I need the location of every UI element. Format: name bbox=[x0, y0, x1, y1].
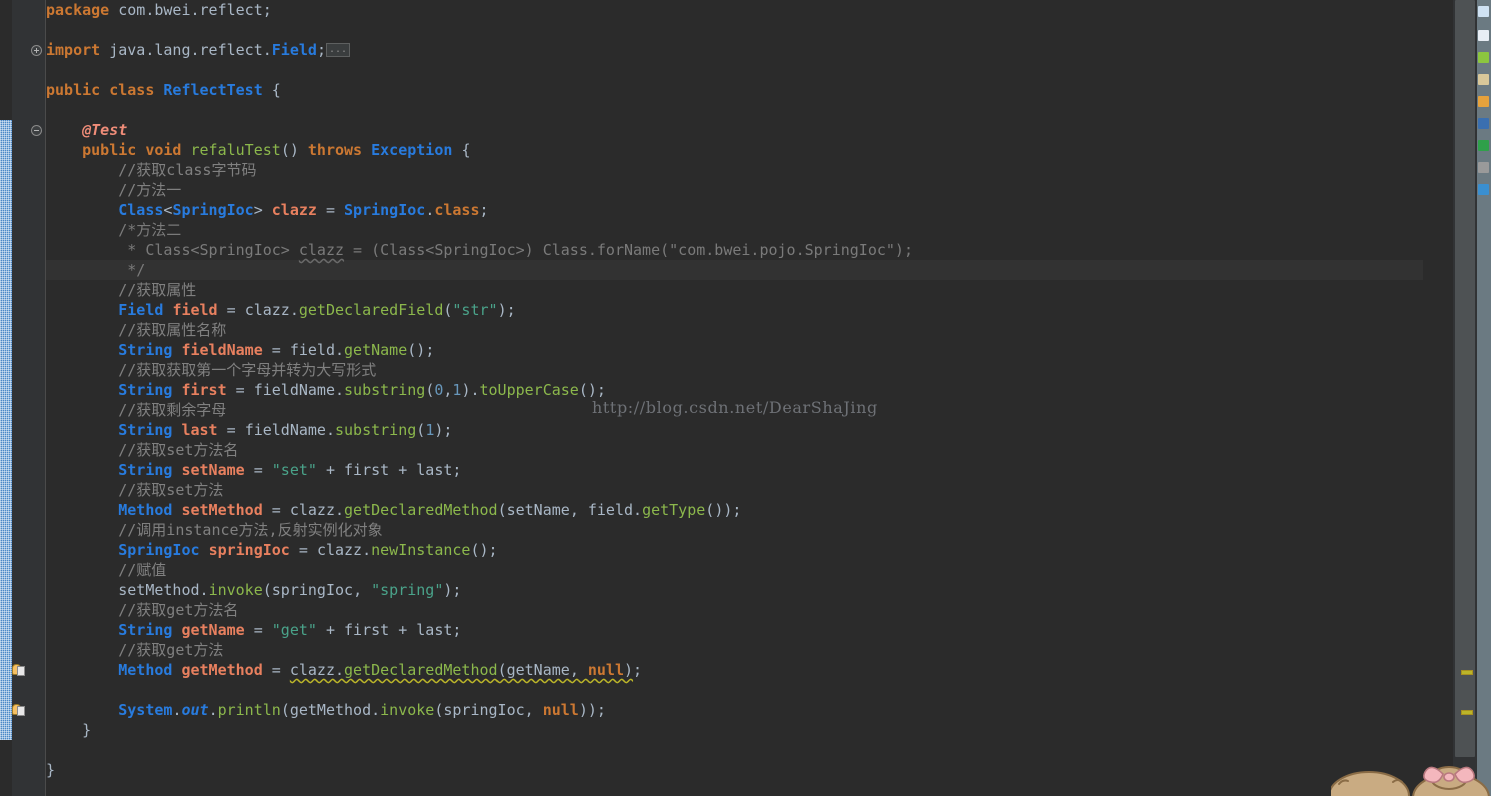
code-line-34[interactable]: //赋值 bbox=[46, 560, 166, 580]
code-text-area[interactable]: package com.bwei.reflect; import java.lan… bbox=[46, 0, 1423, 796]
code-line-38[interactable]: //获取get方法 bbox=[46, 640, 223, 660]
code-fold-region-indicator[interactable] bbox=[0, 120, 12, 740]
doc-shape bbox=[17, 666, 25, 676]
desktop-background-sliver bbox=[1477, 0, 1491, 796]
code-line-25[interactable]: String first = fieldName.substring(0,1).… bbox=[46, 380, 606, 400]
desktop-icon-6[interactable] bbox=[1478, 140, 1489, 151]
code-line-26[interactable]: //获取剩余字母 bbox=[46, 400, 226, 420]
scrollbar-thumb[interactable] bbox=[1455, 0, 1475, 757]
code-line-23[interactable]: String fieldName = field.getName(); bbox=[46, 340, 434, 360]
editor-scrollbar-track[interactable] bbox=[1453, 0, 1477, 796]
warning-marker-1[interactable] bbox=[1461, 710, 1473, 715]
fold-toggle-line-3-icon[interactable] bbox=[31, 45, 42, 56]
code-line-15[interactable]: //方法一 bbox=[46, 180, 181, 200]
code-line-17[interactable]: /*方法二 bbox=[46, 220, 181, 240]
code-line-21[interactable]: Field field = clazz.getDeclaredField("st… bbox=[46, 300, 515, 320]
code-line-10[interactable]: public class ReflectTest { bbox=[46, 80, 281, 100]
code-line-31[interactable]: Method setMethod = clazz.getDeclaredMeth… bbox=[46, 500, 741, 520]
code-line-18[interactable]: * Class<SpringIoc> clazz = (Class<Spring… bbox=[46, 240, 913, 260]
code-editor-window: 1239101112131415161718192021222324252627… bbox=[0, 0, 1491, 796]
code-line-35[interactable]: setMethod.invoke(springIoc, "spring"); bbox=[46, 580, 461, 600]
code-line-44[interactable]: } bbox=[46, 760, 55, 780]
desktop-icon-8[interactable] bbox=[1478, 184, 1489, 195]
caret-line-highlight bbox=[46, 260, 1423, 280]
code-line-39[interactable]: Method getMethod = clazz.getDeclaredMeth… bbox=[46, 660, 642, 680]
code-line-14[interactable]: //获取class字节码 bbox=[46, 160, 256, 180]
code-line-32[interactable]: //调用instance方法,反射实例化对象 bbox=[46, 520, 382, 540]
code-line-16[interactable]: Class<SpringIoc> clazz = SpringIoc.class… bbox=[46, 200, 488, 220]
code-line-41[interactable]: System.out.println(getMethod.invoke(spri… bbox=[46, 700, 606, 720]
warning-bulb-icon[interactable] bbox=[12, 703, 26, 717]
code-line-37[interactable]: String getName = "get" + first + last; bbox=[46, 620, 461, 640]
desktop-icon-3[interactable] bbox=[1478, 74, 1489, 85]
code-line-29[interactable]: String setName = "set" + first + last; bbox=[46, 460, 461, 480]
desktop-icon-4[interactable] bbox=[1478, 96, 1489, 107]
doc-shape bbox=[17, 706, 25, 716]
code-line-28[interactable]: //获取set方法名 bbox=[46, 440, 238, 460]
code-line-36[interactable]: //获取get方法名 bbox=[46, 600, 238, 620]
desktop-icon-7[interactable] bbox=[1478, 162, 1489, 173]
code-line-42[interactable]: } bbox=[46, 720, 91, 740]
code-line-3[interactable]: import java.lang.reflect.Field;... bbox=[46, 40, 351, 60]
code-line-27[interactable]: String last = fieldName.substring(1); bbox=[46, 420, 452, 440]
code-line-12[interactable]: @Test bbox=[46, 120, 127, 140]
desktop-icon-5[interactable] bbox=[1478, 118, 1489, 129]
collapsed-imports-placeholder[interactable]: ... bbox=[325, 42, 351, 57]
fold-toggle-line-12-icon[interactable] bbox=[31, 125, 42, 136]
ide-main-window: 1239101112131415161718192021222324252627… bbox=[0, 0, 1477, 796]
warning-marker-0[interactable] bbox=[1461, 670, 1473, 675]
code-line-13[interactable]: public void refaluTest() throws Exceptio… bbox=[46, 140, 470, 160]
code-line-19[interactable]: */ bbox=[46, 260, 145, 280]
code-line-20[interactable]: //获取属性 bbox=[46, 280, 196, 300]
warning-bulb-icon[interactable] bbox=[12, 663, 26, 677]
code-line-22[interactable]: //获取属性名称 bbox=[46, 320, 226, 340]
code-line-24[interactable]: //获取获取第一个字母并转为大写形式 bbox=[46, 360, 376, 380]
desktop-icon-1[interactable] bbox=[1478, 30, 1489, 41]
code-line-33[interactable]: SpringIoc springIoc = clazz.newInstance(… bbox=[46, 540, 497, 560]
code-line-1[interactable]: package com.bwei.reflect; bbox=[46, 0, 272, 20]
desktop-icon-2[interactable] bbox=[1478, 52, 1489, 63]
desktop-icon-0[interactable] bbox=[1478, 6, 1489, 17]
code-line-30[interactable]: //获取set方法 bbox=[46, 480, 223, 500]
